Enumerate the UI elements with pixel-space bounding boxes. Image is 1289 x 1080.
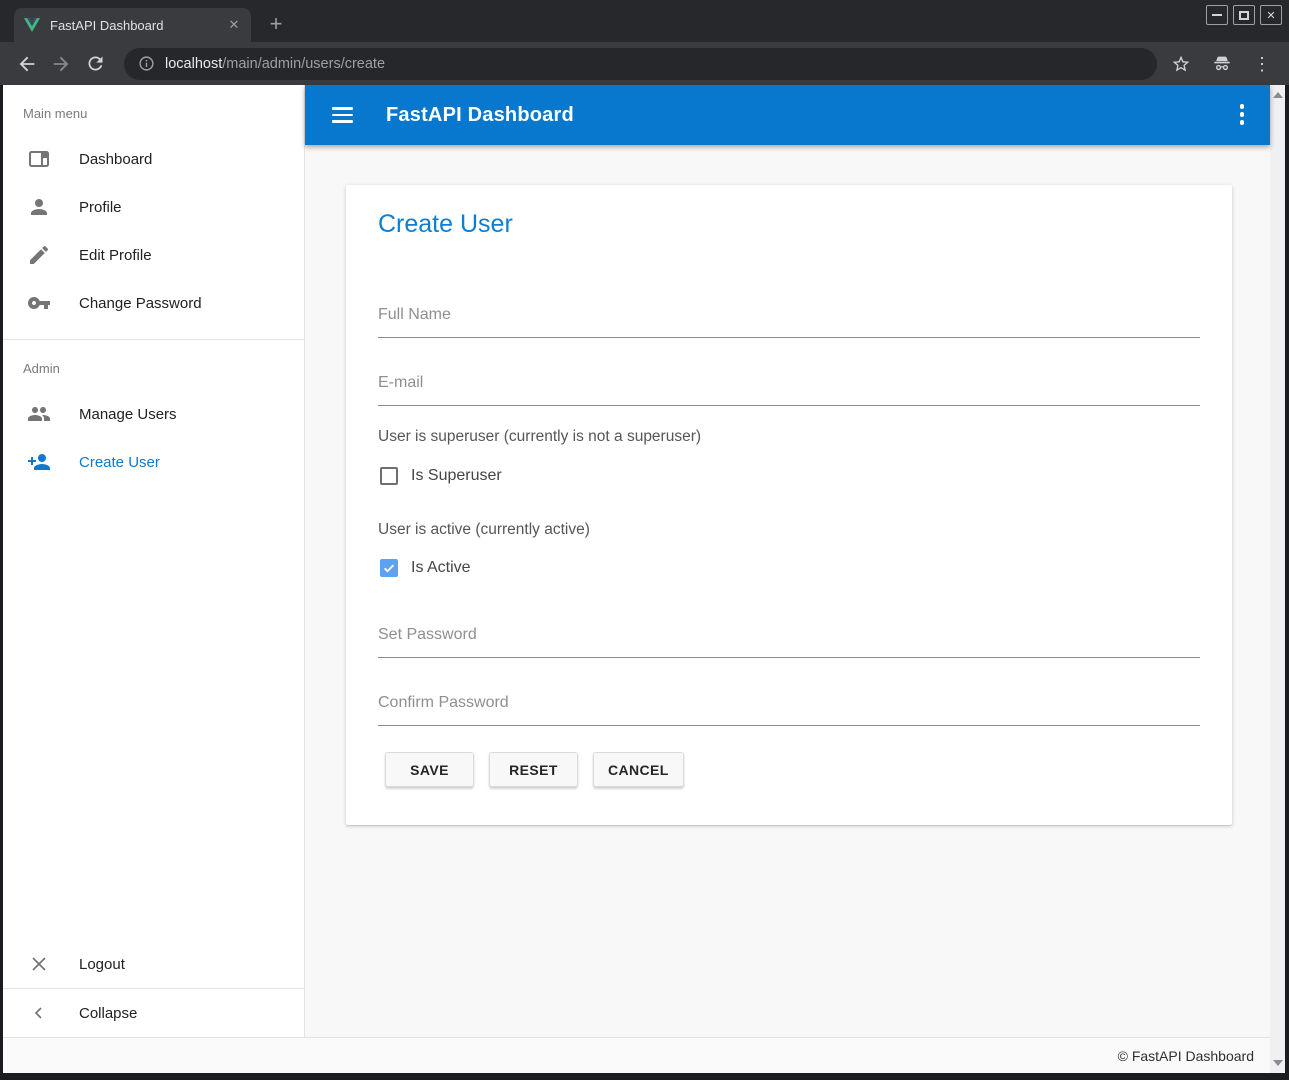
close-icon xyxy=(27,952,51,976)
app-title: FastAPI Dashboard xyxy=(386,104,574,127)
pencil-icon xyxy=(27,243,51,267)
is-superuser-checkbox[interactable]: Is Superuser xyxy=(380,467,502,485)
hamburger-menu-icon[interactable] xyxy=(332,107,353,123)
browser-menu-kebab-icon[interactable]: ⋮ xyxy=(1253,55,1271,73)
sidebar-item-edit-profile[interactable]: Edit Profile xyxy=(3,231,304,279)
people-icon xyxy=(27,402,51,426)
chevron-left-icon xyxy=(27,1001,51,1025)
maximize-icon xyxy=(1239,11,1249,20)
minimize-icon xyxy=(1212,14,1222,16)
window-maximize-button[interactable] xyxy=(1233,5,1255,25)
save-button[interactable]: SAVE xyxy=(385,752,474,787)
vertical-scrollbar[interactable] xyxy=(1270,85,1285,1073)
is-active-checkbox[interactable]: Is Active xyxy=(380,559,471,577)
app-menu-kebab-icon[interactable] xyxy=(1240,104,1245,125)
sidebar-section-admin: Admin xyxy=(3,340,304,382)
key-icon xyxy=(27,291,51,315)
sidebar-item-profile[interactable]: Profile xyxy=(3,183,304,231)
form-actions: SAVE RESET CANCEL xyxy=(385,752,684,787)
new-tab-button[interactable]: + xyxy=(262,10,290,38)
scroll-up-icon[interactable] xyxy=(1273,92,1283,98)
address-bar[interactable]: localhost/main/admin/users/create xyxy=(124,48,1157,80)
confirm-password-field[interactable] xyxy=(378,686,1200,726)
person-icon xyxy=(27,195,51,219)
content-area: Create User User is superuser (currently… xyxy=(305,145,1270,1037)
tab-close-icon[interactable]: ✕ xyxy=(225,16,243,34)
cancel-button[interactable]: CANCEL xyxy=(593,752,684,787)
browser-toolbar: localhost/main/admin/users/create ⋮ xyxy=(0,42,1289,85)
sidebar-item-create-user[interactable]: Create User xyxy=(3,438,304,486)
browser-window: FastAPI Dashboard ✕ + ✕ localhost/main/a… xyxy=(0,0,1289,1080)
app-bar: FastAPI Dashboard xyxy=(305,85,1270,145)
checkbox-unchecked-icon[interactable] xyxy=(380,467,398,485)
url-text: localhost/main/admin/users/create xyxy=(165,56,385,72)
copyright-text: © FastAPI Dashboard xyxy=(1118,1048,1254,1064)
sidebar-item-dashboard[interactable]: Dashboard xyxy=(3,135,304,183)
site-info-icon[interactable] xyxy=(138,55,155,72)
window-minimize-button[interactable] xyxy=(1206,5,1228,25)
email-field[interactable] xyxy=(378,366,1200,406)
checkbox-checked-icon[interactable] xyxy=(380,559,398,577)
checkbox-label: Is Active xyxy=(411,559,471,577)
tab-title: FastAPI Dashboard xyxy=(50,18,225,33)
page-viewport: Main menu Dashboard Profile xyxy=(3,85,1285,1073)
vue-favicon-icon xyxy=(24,18,40,32)
sidebar-item-collapse[interactable]: Collapse xyxy=(3,989,304,1037)
page-title: Create User xyxy=(378,210,513,239)
active-note: User is active (currently active) xyxy=(378,521,590,539)
create-user-card: Create User User is superuser (currently… xyxy=(346,185,1232,825)
reset-button[interactable]: RESET xyxy=(489,752,578,787)
full-name-field[interactable] xyxy=(378,298,1200,338)
sidebar-item-manage-users[interactable]: Manage Users xyxy=(3,390,304,438)
window-close-button[interactable]: ✕ xyxy=(1260,5,1282,25)
sidebar-item-logout[interactable]: Logout xyxy=(3,940,304,988)
superuser-note: User is superuser (currently is not a su… xyxy=(378,428,701,446)
bookmark-star-icon[interactable] xyxy=(1171,54,1191,74)
checkbox-label: Is Superuser xyxy=(411,467,502,485)
dashboard-icon xyxy=(27,147,51,171)
person-add-icon xyxy=(27,450,51,474)
page-footer: © FastAPI Dashboard xyxy=(3,1037,1270,1073)
set-password-field[interactable] xyxy=(378,618,1200,658)
tab-strip: FastAPI Dashboard ✕ + ✕ xyxy=(0,0,1289,42)
reload-button[interactable] xyxy=(82,51,108,77)
browser-tab[interactable]: FastAPI Dashboard ✕ xyxy=(14,8,251,42)
sidebar-section-main-menu: Main menu xyxy=(3,85,304,127)
sidebar: Main menu Dashboard Profile xyxy=(3,85,305,1037)
incognito-icon xyxy=(1211,53,1233,75)
sidebar-item-change-password[interactable]: Change Password xyxy=(3,279,304,327)
forward-button[interactable] xyxy=(48,51,74,77)
scroll-down-icon[interactable] xyxy=(1273,1060,1283,1066)
back-button[interactable] xyxy=(14,51,40,77)
main-area: FastAPI Dashboard Create User User is su… xyxy=(305,85,1270,1037)
